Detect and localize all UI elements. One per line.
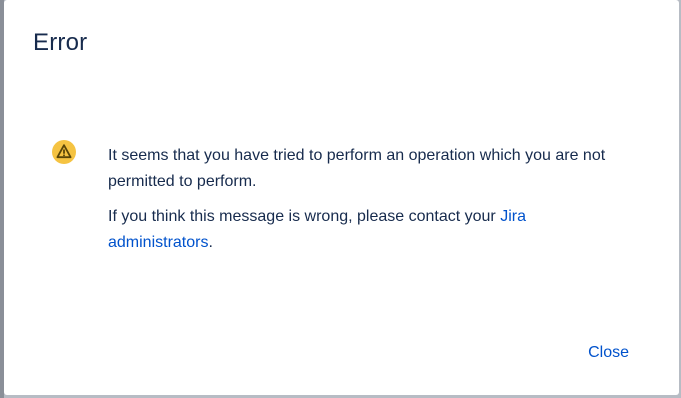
message-text: It seems that you have tried to perform … [108, 147, 606, 190]
warning-icon [52, 140, 76, 164]
contact-text-prefix: If you think this message is wrong, plea… [108, 208, 501, 225]
dialog-header: Error [4, 0, 679, 75]
contact-text-suffix: . [208, 234, 213, 251]
message-body: It seems that you have tried to perform … [108, 143, 608, 256]
dialog-footer: Close [4, 325, 679, 395]
contact-text: If you think this message is wrong, plea… [108, 204, 608, 256]
dialog-title: Error [33, 29, 88, 56]
error-dialog: Error It seems that you have tried to pe… [4, 0, 679, 395]
close-button[interactable]: Close [588, 339, 629, 367]
